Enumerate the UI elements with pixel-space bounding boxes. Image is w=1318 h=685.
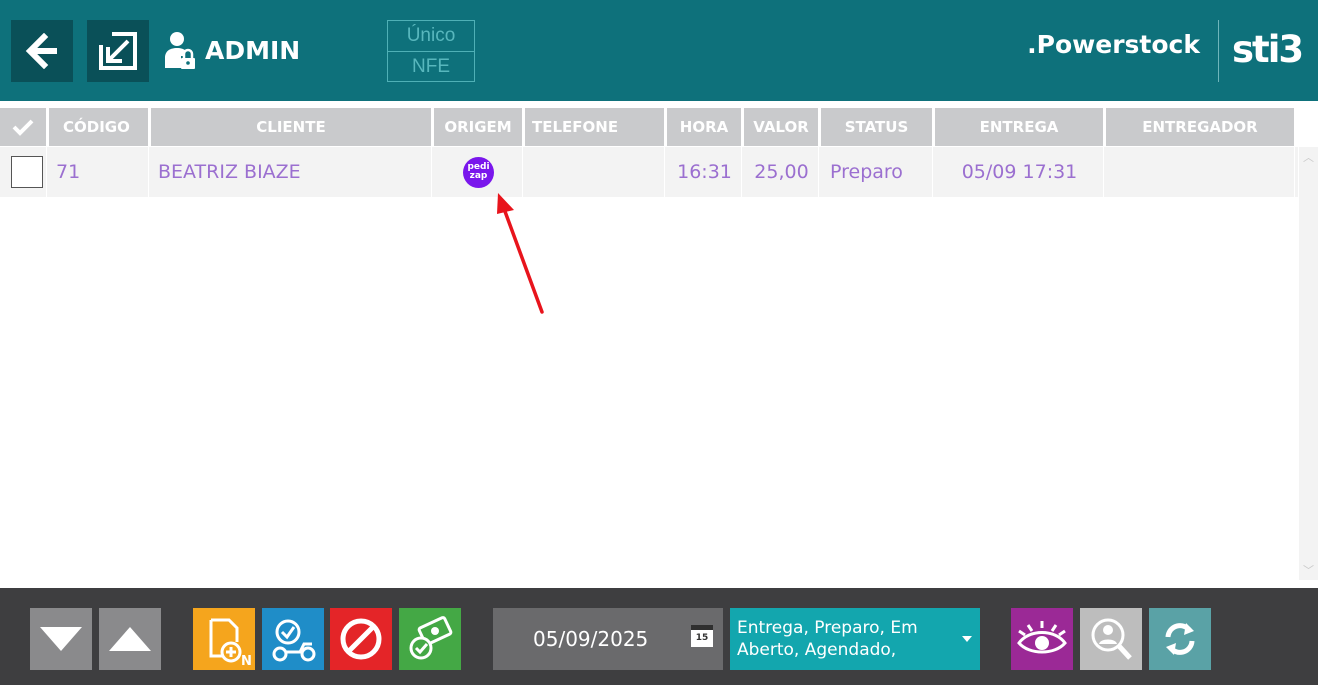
search-client-button[interactable] <box>1080 608 1142 670</box>
column-codigo[interactable]: CÓDIGO <box>49 108 148 146</box>
move-down-button[interactable] <box>30 608 92 670</box>
scroll-up-icon[interactable]: ︿ <box>1303 149 1314 165</box>
table-row[interactable]: 71 BEATRIZ BIAZE pedi zap 16:31 25,00 Pr… <box>0 147 1298 197</box>
minimize-button[interactable] <box>87 20 149 82</box>
cell-entrega: 05/09 17:31 <box>936 147 1104 197</box>
dropdown-caret-icon[interactable] <box>962 636 972 642</box>
cell-entregador <box>1107 147 1295 197</box>
user-info: ADMIN <box>163 30 300 70</box>
column-telefone[interactable]: TELEFONE <box>525 108 664 146</box>
date-picker[interactable]: 05/09/2025 15 <box>493 608 723 670</box>
cell-cliente: BEATRIZ BIAZE <box>152 147 432 197</box>
triangle-up-icon <box>109 627 151 651</box>
mode-nfe[interactable]: NFE <box>388 51 474 81</box>
user-name: ADMIN <box>205 35 301 65</box>
row-select-cell <box>0 147 47 197</box>
vertical-scrollbar[interactable]: ︿ ﹀ <box>1299 147 1318 580</box>
refresh-icon <box>1165 623 1195 655</box>
new-order-button[interactable]: N <box>193 608 255 670</box>
new-document-icon: N <box>209 618 251 666</box>
back-button[interactable] <box>11 20 73 82</box>
money-check-icon <box>409 616 453 660</box>
cell-codigo: 71 <box>50 147 149 197</box>
dispatch-delivery-button[interactable] <box>262 608 324 670</box>
move-up-button[interactable] <box>99 608 161 670</box>
status-filter-select[interactable]: Entrega, Preparo, Em Aberto, Agendado, <box>730 608 980 670</box>
payment-button[interactable] <box>399 608 461 670</box>
checkmark-icon <box>12 119 34 136</box>
cancel-order-button[interactable] <box>330 608 392 670</box>
brand-divider <box>1218 20 1219 82</box>
svg-text:N: N <box>241 654 251 666</box>
arrow-left-icon <box>25 33 57 69</box>
select-all-checkbox[interactable] <box>0 108 46 146</box>
column-status[interactable]: STATUS <box>821 108 932 146</box>
pedizap-origin-icon: pedi zap <box>463 156 494 188</box>
status-filter-value: Entrega, Preparo, Em Aberto, Agendado, <box>737 618 918 660</box>
brand-name: .Powerstock <box>1027 30 1200 59</box>
view-button[interactable] <box>1011 608 1073 670</box>
minimize-window-icon <box>99 32 137 70</box>
prohibited-icon <box>340 618 382 660</box>
search-user-icon <box>1091 618 1132 660</box>
column-valor[interactable]: VALOR <box>744 108 818 146</box>
column-cliente[interactable]: CLIENTE <box>151 108 431 146</box>
date-value: 05/09/2025 <box>533 627 649 651</box>
table-header: CÓDIGO CLIENTE ORIGEM TELEFONE HORA VALO… <box>0 108 1297 146</box>
user-lock-icon <box>165 32 195 69</box>
row-checkbox[interactable] <box>11 156 43 188</box>
motorcycle-check-icon <box>272 619 316 662</box>
cell-valor: 25,00 <box>745 147 819 197</box>
cell-hora: 16:31 <box>668 147 742 197</box>
eye-icon <box>1017 621 1067 654</box>
scroll-down-icon[interactable]: ﹀ <box>1303 562 1314 578</box>
mode-selector[interactable]: Único NFE <box>387 20 475 82</box>
triangle-down-icon <box>40 627 82 651</box>
column-entrega[interactable]: ENTREGA <box>935 108 1103 146</box>
column-hora[interactable]: HORA <box>667 108 741 146</box>
mode-unico[interactable]: Único <box>388 21 474 51</box>
column-origem[interactable]: ORIGEM <box>434 108 522 146</box>
bottom-toolbar: N 05/09/2025 15 Entrega, Preparo, Em Abe… <box>0 588 1318 685</box>
cell-status: Preparo <box>822 147 933 197</box>
calendar-icon[interactable]: 15 <box>691 625 713 647</box>
column-entregador[interactable]: ENTREGADOR <box>1106 108 1294 146</box>
red-arrow-annotation <box>497 193 544 314</box>
sti3-logo: sti3 <box>1232 28 1304 71</box>
top-bar: ADMIN Único NFE .Powerstock sti3 <box>0 0 1318 101</box>
refresh-button[interactable] <box>1149 608 1211 670</box>
